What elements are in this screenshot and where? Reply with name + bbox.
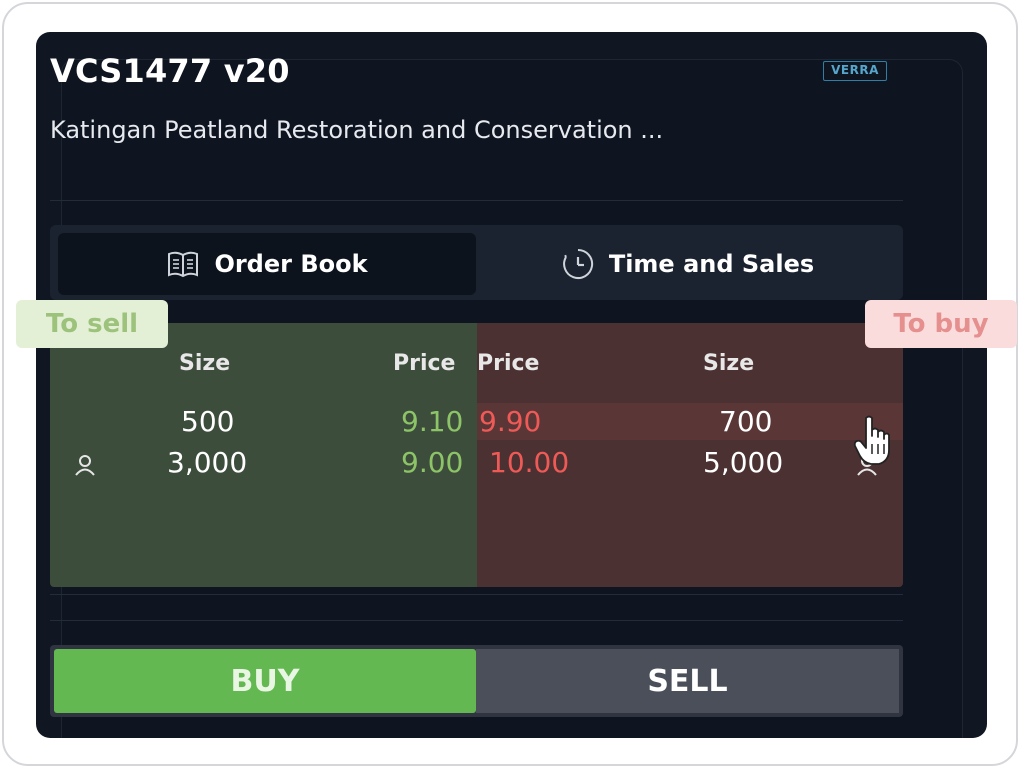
ask-price-2[interactable]: 10.00 — [489, 446, 569, 479]
header-divider — [50, 200, 903, 201]
actions-divider — [50, 620, 903, 621]
tab-order-book[interactable]: Order Book — [58, 233, 476, 295]
verra-logo: VERRA — [823, 61, 887, 81]
tab-time-and-sales-label: Time and Sales — [608, 250, 815, 278]
tab-time-and-sales[interactable]: Time and Sales — [480, 233, 895, 295]
tab-order-book-label: Order Book — [214, 250, 368, 278]
order-book: Size Price Price Size 500 9.10 9.90 700 … — [50, 323, 903, 587]
ask-size-1[interactable]: 700 — [719, 405, 772, 438]
book-icon — [166, 249, 200, 279]
project-name: Katingan Peatland Restoration and Conser… — [50, 116, 664, 144]
bid-size-1[interactable]: 500 — [181, 405, 234, 438]
bid-size-2[interactable]: 3,000 — [167, 446, 247, 479]
ask-size-2[interactable]: 5,000 — [703, 446, 783, 479]
sell-size-header: Size — [179, 351, 231, 376]
clock-icon — [561, 247, 595, 281]
user-icon — [74, 454, 96, 480]
buy-button[interactable]: BUY — [54, 649, 476, 713]
to-buy-annotation: To buy — [865, 300, 1017, 348]
bid-price-1[interactable]: 9.10 — [401, 405, 463, 438]
buy-size-header: Size — [703, 351, 755, 376]
to-sell-annotation: To sell — [16, 300, 168, 348]
sell-price-header: Price — [393, 351, 456, 376]
instrument-title: VCS1477 v20 — [50, 52, 290, 90]
order-book-bottom-border — [50, 594, 903, 595]
buy-price-header: Price — [477, 351, 540, 376]
tab-bar: Order Book Time and Sales — [50, 225, 903, 300]
ask-price-1[interactable]: 9.90 — [479, 405, 541, 438]
hand-cursor-icon — [852, 414, 892, 470]
sell-button[interactable]: SELL — [476, 649, 899, 713]
trade-actions: BUY SELL — [50, 645, 903, 717]
bid-price-2[interactable]: 9.00 — [401, 446, 463, 479]
